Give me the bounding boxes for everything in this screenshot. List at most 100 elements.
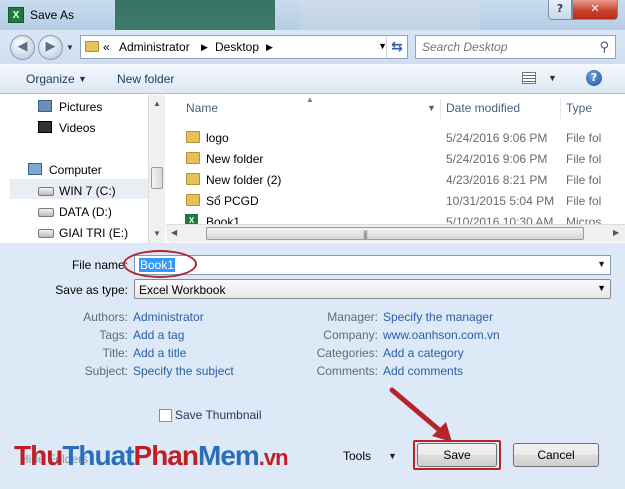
save-button[interactable]: Save	[417, 443, 497, 467]
file-type: Micros	[566, 215, 602, 224]
sidebar-item-videos[interactable]: Videos	[59, 121, 95, 135]
scroll-up-icon[interactable]: ▲	[153, 99, 161, 108]
column-header-date[interactable]: Date modified	[446, 95, 520, 121]
save-as-type-label: Save as type:	[55, 283, 128, 297]
save-as-type-select[interactable]: Excel Workbook ▼	[134, 279, 611, 299]
highlight-circle	[123, 250, 197, 278]
close-button[interactable]: ✕	[572, 0, 618, 20]
company-value[interactable]: www.oanhson.com.vn	[383, 328, 500, 342]
breadcrumb[interactable]: « Administrator ▶ Desktop ▶ ▼	[80, 35, 408, 59]
column-header-type[interactable]: Type	[566, 95, 592, 121]
file-date: 5/24/2016 9:06 PM	[446, 152, 548, 166]
tools-dropdown-icon[interactable]: ▼	[388, 451, 397, 461]
categories-value[interactable]: Add a category	[383, 346, 464, 360]
folder-icon	[186, 152, 200, 164]
comments-value[interactable]: Add comments	[383, 364, 463, 378]
recent-pages-dropdown[interactable]: ▼	[66, 43, 74, 52]
file-name-field[interactable]: Book1 ▼	[134, 255, 611, 275]
forward-button[interactable]: ▶	[38, 35, 63, 60]
sidebar-item-drive-c[interactable]: WIN 7 (C:)	[59, 184, 116, 198]
file-date: 5/10/2016 10:30 AM	[446, 215, 554, 224]
file-row[interactable]: X Book1 5/10/2016 10:30 AM Micros	[166, 211, 625, 224]
file-row[interactable]: New folder (2) 4/23/2016 8:21 PM File fo…	[166, 169, 625, 190]
view-dropdown-icon[interactable]: ▼	[548, 73, 557, 83]
file-type: File fol	[566, 152, 602, 166]
search-box[interactable]: ⚲	[415, 35, 616, 59]
column-header-name[interactable]: Name	[186, 95, 218, 121]
scroll-down-icon[interactable]: ▼	[153, 229, 161, 238]
file-name-label: File name:	[71, 258, 128, 272]
chevron-right-icon[interactable]: ▶	[201, 42, 208, 53]
file-date: 10/31/2015 5:04 PM	[446, 194, 555, 208]
videos-icon	[38, 121, 52, 133]
drive-icon	[38, 208, 54, 217]
file-date: 5/24/2016 9:06 PM	[446, 131, 548, 145]
chevron-right-icon[interactable]: ▶	[266, 42, 273, 53]
manager-value[interactable]: Specify the manager	[383, 310, 493, 324]
column-dropdown-icon[interactable]: ▼	[427, 95, 436, 121]
subject-label: Subject:	[84, 364, 128, 378]
scroll-left-icon[interactable]: ◀	[171, 228, 177, 237]
watermark-part: Thuat	[62, 440, 134, 471]
title-bar: X Save As ? ✕	[0, 0, 625, 30]
save-thumbnail-checkbox[interactable]	[159, 409, 172, 422]
scroll-right-icon[interactable]: ▶	[613, 228, 619, 237]
organize-dropdown-icon[interactable]: ▼	[78, 74, 87, 84]
breadcrumb-administrator[interactable]: Administrator	[119, 40, 190, 54]
file-name: Sổ PCGD	[206, 194, 259, 208]
scroll-grip-icon: |||	[363, 229, 368, 239]
folder-icon	[186, 194, 200, 206]
drive-icon	[38, 187, 54, 196]
breadcrumb-desktop[interactable]: Desktop	[215, 40, 259, 54]
file-row[interactable]: Sổ PCGD 10/31/2015 5:04 PM File fol	[166, 190, 625, 211]
sidebar-item-drive-e[interactable]: GIAI TRI (E:)	[59, 226, 128, 240]
file-name: logo	[206, 131, 229, 145]
search-icon[interactable]: ⚲	[599, 39, 609, 55]
file-row[interactable]: New folder 5/24/2016 9:06 PM File fol	[166, 148, 625, 169]
column-divider[interactable]	[440, 99, 441, 119]
navigation-scrollbar[interactable]: ▲ ▼	[148, 95, 165, 243]
title-value[interactable]: Add a title	[133, 346, 186, 360]
watermark-part: .vn	[258, 445, 289, 470]
search-input[interactable]	[422, 40, 592, 54]
new-folder-button[interactable]: New folder	[117, 72, 174, 86]
categories-label: Categories:	[316, 346, 378, 360]
file-name-dropdown-icon[interactable]: ▼	[597, 259, 606, 269]
organize-button[interactable]: Organize	[26, 72, 75, 86]
sort-indicator-icon: ▲	[306, 95, 314, 104]
address-row: ◀ ▶ ▼ « Administrator ▶ Desktop ▶ ▼ ⇆ ⚲	[0, 30, 625, 64]
scroll-thumb[interactable]: |||	[206, 227, 584, 240]
save-as-type-dropdown-icon[interactable]: ▼	[597, 283, 606, 293]
folder-icon	[85, 41, 99, 52]
title-label: Title:	[102, 346, 128, 360]
help-icon[interactable]: ?	[586, 70, 602, 86]
pictures-icon	[38, 100, 52, 112]
breadcrumb-overflow[interactable]: «	[103, 40, 110, 54]
annotation-arrow	[389, 387, 452, 442]
background-window-blur	[300, 0, 480, 30]
watermark-part: Thu	[14, 440, 63, 471]
refresh-icon[interactable]: ⇆	[386, 35, 408, 59]
tags-value[interactable]: Add a tag	[133, 328, 184, 342]
file-type: File fol	[566, 194, 602, 208]
back-button[interactable]: ◀	[10, 35, 35, 60]
subject-value[interactable]: Specify the subject	[133, 364, 234, 378]
help-icon[interactable]: ?	[548, 0, 572, 20]
drive-icon	[38, 229, 54, 238]
cancel-button[interactable]: Cancel	[513, 443, 599, 467]
save-as-type-value: Excel Workbook	[139, 283, 226, 297]
sidebar-item-pictures[interactable]: Pictures	[59, 100, 102, 114]
file-row[interactable]: logo 5/24/2016 9:06 PM File fol	[166, 127, 625, 148]
scroll-thumb[interactable]	[151, 167, 163, 189]
authors-value[interactable]: Administrator	[133, 310, 204, 324]
view-options-icon[interactable]	[522, 72, 536, 84]
tools-button[interactable]: Tools	[343, 449, 371, 463]
column-divider[interactable]	[560, 99, 561, 119]
sidebar-item-computer[interactable]: Computer	[49, 163, 102, 177]
file-list-horizontal-scrollbar[interactable]: ◀ ||| ▶	[166, 224, 625, 242]
sidebar-item-drive-d[interactable]: DATA (D:)	[59, 205, 112, 219]
excel-icon: X	[8, 7, 24, 23]
excel-file-icon: X	[185, 214, 198, 224]
save-thumbnail-label[interactable]: Save Thumbnail	[175, 408, 262, 422]
file-type: File fol	[566, 131, 602, 145]
